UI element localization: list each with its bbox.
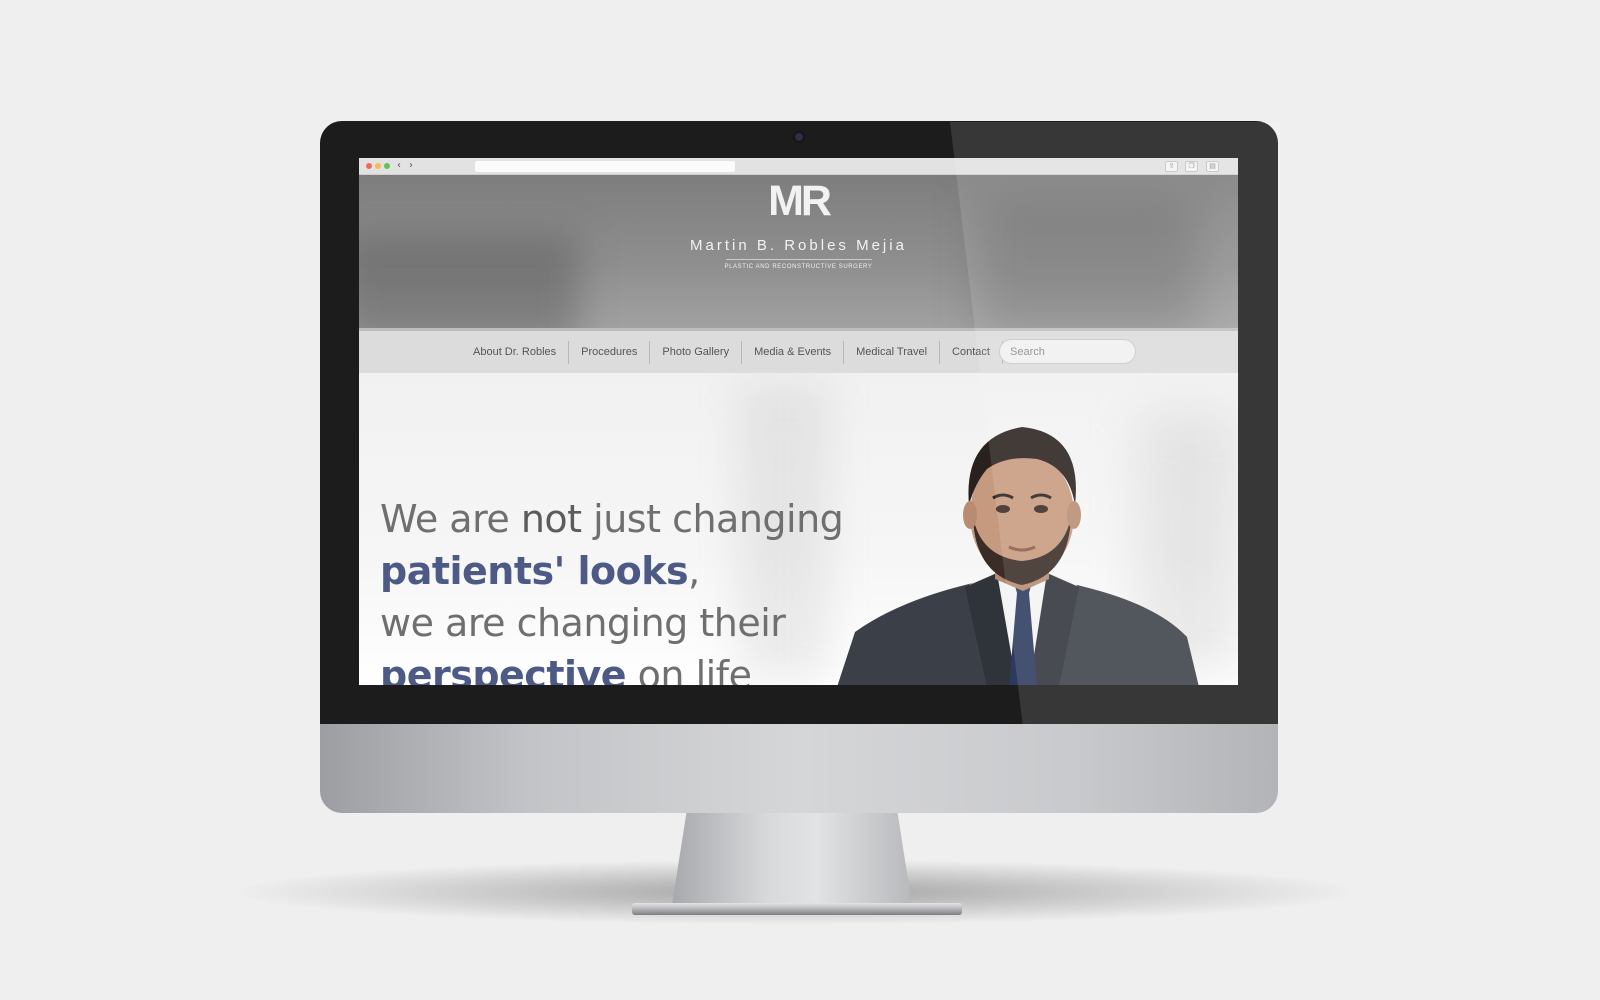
logo-mark[interactable]: MR: [359, 177, 1238, 226]
headline-text: ,: [688, 549, 700, 593]
headline-emphasis: perspective: [380, 653, 627, 685]
nav-item-photo-gallery[interactable]: Photo Gallery: [650, 341, 743, 364]
nav-item-about[interactable]: About Dr. Robles: [461, 341, 570, 364]
nav-item-media-events[interactable]: Media & Events: [742, 341, 845, 364]
headline-text: We are: [380, 497, 521, 541]
camera-icon: [793, 131, 805, 143]
nav-list: About Dr. Robles Procedures Photo Galler…: [461, 341, 1003, 364]
share-icon[interactable]: ⇪: [1165, 161, 1178, 172]
screen: ‹ › ⇪ ❐ ▤ MR Martin B. Robles Mejia PLAS…: [359, 158, 1238, 685]
logo-divider: [726, 259, 872, 260]
site-header: MR Martin B. Robles Mejia PLASTIC AND RE…: [359, 175, 1238, 328]
site-name: Martin B. Robles Mejia: [690, 237, 907, 254]
tabs-icon[interactable]: ❐: [1185, 161, 1198, 172]
monitor-chin: [320, 724, 1278, 813]
doctor-portrait: [837, 427, 1199, 685]
headline-line-2: patients' looks,: [380, 545, 900, 597]
headline-line-4: perspective on life: [380, 649, 900, 685]
maximize-window-icon[interactable]: [384, 163, 390, 169]
nav-item-medical-travel[interactable]: Medical Travel: [844, 341, 941, 364]
headline-text: not: [520, 497, 582, 541]
main-navigation: About Dr. Robles Procedures Photo Galler…: [359, 328, 1238, 373]
headline-emphasis: patients' looks: [380, 549, 689, 593]
sidebar-icon[interactable]: ▤: [1206, 161, 1219, 172]
headline-line-3: we are changing their: [380, 601, 786, 645]
close-window-icon[interactable]: [366, 163, 372, 169]
forward-arrow-icon[interactable]: ›: [409, 160, 413, 172]
headline-line-1: We are not just changing: [380, 493, 900, 545]
minimize-window-icon[interactable]: [375, 163, 381, 169]
headline-text: on life: [626, 653, 752, 685]
monitor-stand: [672, 813, 912, 905]
site-tagline: PLASTIC AND RECONSTRUCTIVE SURGERY: [724, 264, 873, 270]
monitor-foot: [632, 903, 962, 915]
back-arrow-icon[interactable]: ‹: [397, 160, 401, 172]
hero-section: We are not just changing patients' looks…: [359, 373, 1238, 685]
nav-item-procedures[interactable]: Procedures: [569, 341, 651, 364]
address-bar[interactable]: [475, 161, 735, 172]
headline-text: just changing: [581, 497, 844, 541]
search-input[interactable]: [999, 339, 1136, 364]
browser-toolbar: ‹ › ⇪ ❐ ▤: [359, 158, 1238, 175]
hero-headline: We are not just changing patients' looks…: [380, 493, 900, 685]
nav-item-contact[interactable]: Contact: [940, 341, 1003, 364]
